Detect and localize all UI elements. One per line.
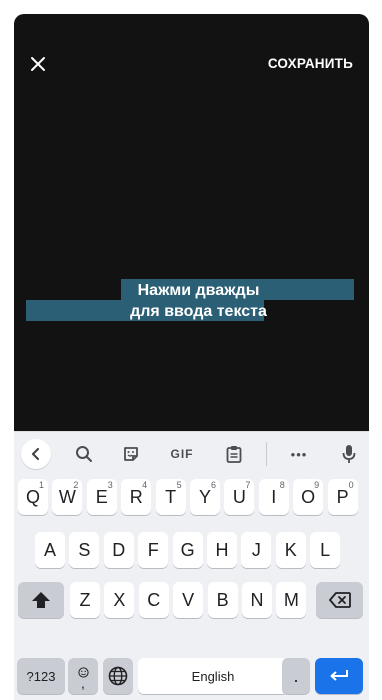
caption-line-1: Нажми дважды — [137, 282, 260, 299]
key-a[interactable]: A — [35, 532, 65, 568]
key-label: R — [129, 486, 143, 507]
key-number-hint: 2 — [73, 480, 79, 490]
key-row-3: ZXCVBNM — [14, 582, 369, 618]
keyboard-clipboard-button[interactable] — [220, 438, 248, 470]
key-row-4: ?123 , English . — [14, 658, 369, 694]
enter-key[interactable] — [315, 658, 363, 694]
key-e[interactable]: E3 — [86, 479, 117, 515]
globe-icon — [108, 666, 128, 686]
key-label: I — [271, 486, 277, 507]
key-label: Q — [25, 486, 40, 507]
key-number-hint: 9 — [314, 480, 320, 490]
key-v[interactable]: V — [173, 582, 204, 618]
key-number-hint: 1 — [38, 480, 44, 490]
key-f[interactable]: F — [138, 532, 169, 568]
key-s[interactable]: S — [69, 532, 100, 568]
key-u[interactable]: U7 — [224, 479, 255, 515]
key-number-hint: 0 — [348, 480, 354, 490]
close-icon — [31, 57, 45, 71]
key-k[interactable]: K — [275, 532, 306, 568]
keyboard-toolbar: GIF ••• — [14, 432, 369, 476]
key-number-hint: 5 — [176, 480, 182, 490]
key-x[interactable]: X — [104, 582, 135, 618]
period-key[interactable]: . — [282, 658, 310, 694]
key-q[interactable]: Q1 — [18, 479, 48, 515]
key-label: T — [165, 486, 177, 507]
shift-key[interactable] — [18, 582, 64, 618]
key-t[interactable]: T5 — [155, 479, 186, 515]
key-n[interactable]: N — [242, 582, 272, 618]
shift-icon — [32, 592, 50, 608]
key-w[interactable]: W2 — [52, 479, 83, 515]
emoji-comma-key[interactable]: , — [68, 658, 98, 694]
key-label: P — [336, 486, 349, 507]
space-label: English — [191, 668, 235, 684]
key-g[interactable]: G — [172, 532, 203, 568]
key-row-1: Q1W2E3R4T5Y6U7I8O9P0 — [14, 479, 369, 515]
caption-line-2: для ввода текста — [130, 303, 267, 320]
backspace-icon — [328, 592, 351, 608]
key-d[interactable]: D — [103, 532, 134, 568]
key-number-hint: 6 — [210, 480, 216, 490]
language-key[interactable] — [103, 658, 133, 694]
clipboard-icon — [226, 446, 242, 463]
key-number-hint: 7 — [245, 480, 251, 490]
key-c[interactable]: C — [138, 582, 169, 618]
key-z[interactable]: Z — [70, 582, 100, 618]
sticker-icon — [124, 447, 138, 461]
enter-icon — [330, 670, 348, 681]
mic-icon — [342, 445, 356, 463]
top-bar: СОХРАНИТЬ — [14, 14, 369, 84]
backspace-key[interactable] — [316, 582, 363, 618]
keyboard-gif-button[interactable]: GIF — [167, 438, 197, 470]
keyboard-mic-button[interactable] — [335, 438, 363, 470]
key-p[interactable]: P0 — [327, 479, 358, 515]
key-label: E — [95, 486, 108, 507]
toolbar-divider — [266, 442, 267, 466]
keyboard-more-button[interactable]: ••• — [284, 438, 314, 470]
text-placeholder[interactable]: Нажми дважды для ввода текста — [14, 280, 369, 322]
key-l[interactable]: L — [310, 532, 341, 568]
more-icon: ••• — [290, 446, 308, 462]
key-m[interactable]: M — [276, 582, 307, 618]
keyboard-search-button[interactable] — [70, 438, 98, 470]
symbols-key[interactable]: ?123 — [17, 658, 65, 694]
text-canvas[interactable]: Нажми дважды для ввода текста — [14, 84, 369, 431]
comma-label: , — [81, 674, 85, 691]
key-y[interactable]: Y6 — [190, 479, 220, 515]
key-number-hint: 8 — [279, 480, 285, 490]
key-label: U — [232, 486, 246, 507]
key-o[interactable]: O9 — [293, 479, 324, 515]
key-row-2: ASDFGHJKL — [14, 532, 369, 568]
key-r[interactable]: R4 — [121, 479, 152, 515]
key-number-hint: 4 — [142, 480, 148, 490]
key-b[interactable]: B — [207, 582, 238, 618]
keyboard-sticker-button[interactable] — [117, 438, 145, 470]
key-j[interactable]: J — [241, 532, 272, 568]
key-number-hint: 3 — [107, 480, 113, 490]
save-button[interactable]: СОХРАНИТЬ — [268, 56, 353, 71]
chevron-left-icon — [32, 448, 39, 460]
space-key[interactable]: English — [138, 658, 288, 694]
keyboard: GIF ••• Q1W2E3R4T5Y6U7I8O9P0 A S D F G H… — [14, 431, 369, 700]
app-screen: СОХРАНИТЬ Нажми дважды для ввода текста — [14, 14, 369, 700]
search-icon — [76, 446, 92, 462]
key-i[interactable]: I8 — [258, 479, 289, 515]
key-label: Y — [198, 486, 211, 507]
key-label: O — [301, 486, 316, 507]
key-h[interactable]: H — [207, 532, 237, 568]
keyboard-back-button[interactable] — [21, 439, 51, 469]
close-button[interactable] — [26, 52, 50, 76]
